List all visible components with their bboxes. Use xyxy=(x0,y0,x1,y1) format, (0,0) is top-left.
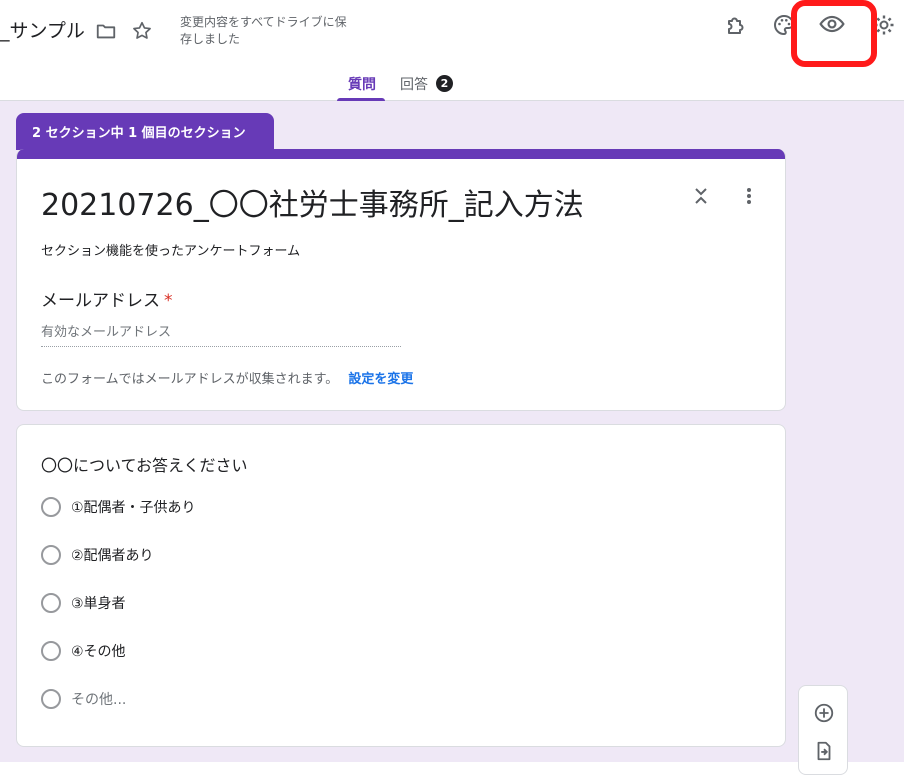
form-title[interactable]: 20210726_〇〇社労士事務所_記入方法 xyxy=(41,180,584,224)
radio-circle[interactable] xyxy=(41,545,61,565)
more-vert-icon[interactable] xyxy=(737,184,761,208)
email-label-text: メールアドレス xyxy=(41,291,160,311)
change-settings-link[interactable]: 設定を変更 xyxy=(348,372,413,387)
option-label: ②配偶者あり xyxy=(71,548,154,564)
addon-icon[interactable] xyxy=(722,11,750,39)
radio-option[interactable]: ③単身者 xyxy=(41,593,126,613)
email-field-label: メールアドレス * xyxy=(41,286,173,311)
form-canvas: 2 セクション中 1 個目のセクション 20210726_〇〇社労士事務所_記入… xyxy=(0,101,904,775)
star-icon[interactable] xyxy=(128,17,156,45)
response-count-badge: 2 xyxy=(436,75,453,92)
tab-responses-label: 回答 xyxy=(400,76,428,93)
radio-option[interactable]: ④その他 xyxy=(41,641,126,661)
radio-circle[interactable] xyxy=(41,641,61,661)
other-option-label: その他... xyxy=(71,692,127,708)
radio-circle[interactable] xyxy=(41,593,61,613)
question-title[interactable]: 〇〇についてお答えください xyxy=(41,452,248,476)
question-card[interactable]: 〇〇についてお答えください ①配偶者・子供あり ②配偶者あり ③単身者 ④その他… xyxy=(16,424,786,747)
form-header-card[interactable]: 20210726_〇〇社労士事務所_記入方法 セクション機能を使ったアンケートフ… xyxy=(16,149,786,411)
collect-note-text: このフォームではメールアドレスが収集されます。 xyxy=(41,372,339,387)
option-label: ④その他 xyxy=(71,644,126,660)
app-header: _サンプル 変更内容をすべてドライブに保存しました 質問 回答 2 xyxy=(0,0,904,101)
radio-circle[interactable] xyxy=(41,497,61,517)
option-label: ①配偶者・子供あり xyxy=(71,500,196,516)
save-status: 変更内容をすべてドライブに保存しました xyxy=(180,15,347,46)
tab-questions[interactable]: 質問 xyxy=(348,66,376,101)
collapse-icon[interactable] xyxy=(689,184,713,208)
tab-questions-label: 質問 xyxy=(348,76,376,93)
radio-option[interactable]: ①配偶者・子供あり xyxy=(41,497,196,517)
option-label: ③単身者 xyxy=(71,596,126,612)
email-field: 有効なメールアドレス xyxy=(41,321,401,347)
import-questions-icon[interactable] xyxy=(811,738,837,764)
document-title[interactable]: _サンプル xyxy=(0,16,85,43)
form-tabs: 質問 回答 2 xyxy=(0,66,904,101)
section-indicator: 2 セクション中 1 個目のセクション xyxy=(16,113,274,150)
tab-responses[interactable]: 回答 2 xyxy=(400,66,453,101)
email-collection-note: このフォームではメールアドレスが収集されます。 設定を変更 xyxy=(41,368,413,387)
add-question-icon[interactable] xyxy=(811,700,837,726)
required-mark: * xyxy=(164,291,173,311)
form-description[interactable]: セクション機能を使ったアンケートフォーム xyxy=(41,240,300,259)
folder-icon[interactable] xyxy=(92,17,120,45)
radio-circle[interactable] xyxy=(41,689,61,709)
preview-highlight-annotation xyxy=(791,0,877,67)
radio-option-other[interactable]: その他... xyxy=(41,689,126,709)
card-accent-bar xyxy=(17,149,785,159)
radio-option[interactable]: ②配偶者あり xyxy=(41,545,154,565)
